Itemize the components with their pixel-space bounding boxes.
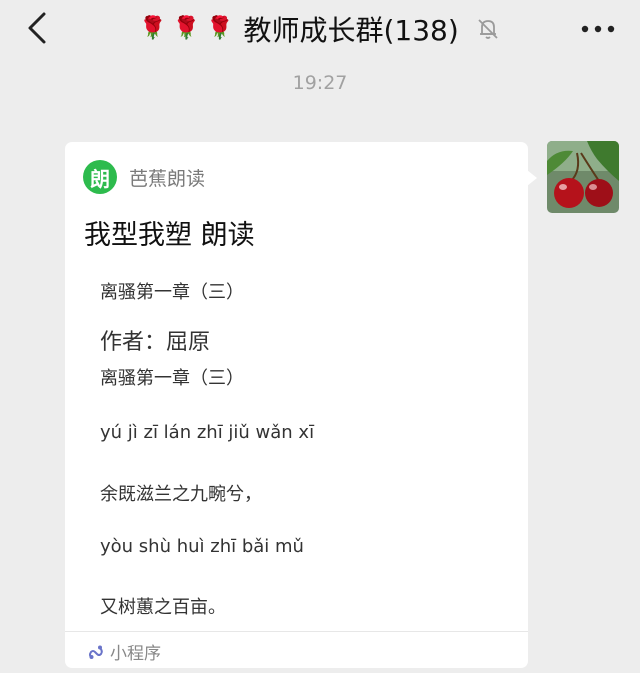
app-logo-icon: 朗 — [83, 160, 117, 194]
rose-icon: 🌹 — [206, 16, 234, 41]
app-source-row: 朗 芭蕉朗读 — [83, 160, 205, 194]
cherry-avatar-image — [547, 141, 619, 213]
mini-program-label: 小程序 — [110, 644, 161, 664]
chat-title: 教师成长群(138) — [243, 14, 459, 47]
card-title: 我型我塑 朗读 — [84, 220, 255, 251]
app-name: 芭蕉朗读 — [129, 167, 206, 190]
preview-pinyin: yòu shù huì zhī bǎi mǔ — [100, 536, 304, 557]
rose-emojis: 🌹 🌹 🌹 — [139, 18, 239, 40]
preview-pinyin: yú jì zī lán zhī jiǔ wǎn xī — [100, 422, 315, 443]
card-preview-image: 离骚第一章（三） 作者：屈原 离骚第一章（三） yú jì zī lán zhī… — [81, 260, 511, 630]
more-button[interactable] — [578, 16, 618, 42]
preview-line: 又树蕙之百亩。 — [100, 597, 226, 618]
rose-icon: 🌹 — [172, 16, 201, 41]
mini-program-card[interactable]: 朗 芭蕉朗读 我型我塑 朗读 离骚第一章（三） 作者：屈原 离骚第一章（三） y… — [65, 142, 537, 668]
preview-line: 离骚第一章（三） — [100, 282, 244, 303]
mini-program-footer: 小程序 — [87, 639, 161, 664]
preview-line: 余既滋兰之九畹兮， — [100, 484, 262, 505]
chat-title-bar: 🌹 🌹 🌹 教师成长群(138) — [0, 8, 640, 50]
more-dots-icon — [581, 25, 615, 33]
rose-icon: 🌹 — [139, 16, 167, 41]
preview-author: 作者：屈原 — [100, 330, 211, 355]
card-divider — [65, 631, 528, 632]
preview-line: 离骚第一章（三） — [100, 368, 244, 389]
avatar[interactable] — [547, 141, 619, 213]
message-timestamp: 19:27 — [292, 72, 348, 94]
mini-program-icon — [89, 645, 103, 659]
chat-header: 🌹 🌹 🌹 教师成长群(138) — [0, 0, 640, 58]
bell-off-icon — [478, 19, 498, 39]
